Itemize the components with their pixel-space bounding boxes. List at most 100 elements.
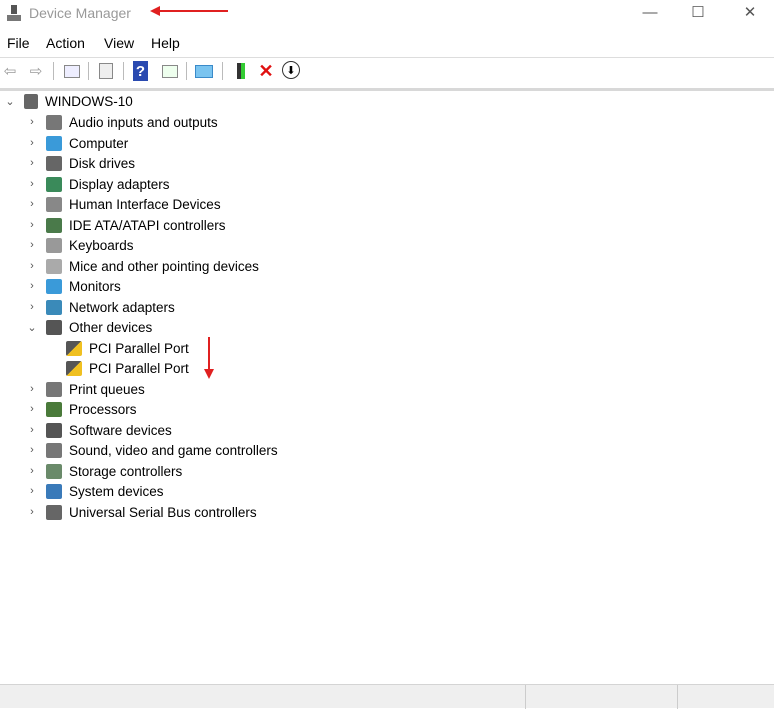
computer-icon <box>46 135 62 151</box>
tree-category[interactable]: ⌄ Other devices <box>26 317 152 337</box>
tree-category[interactable]: › Print queues <box>26 379 145 399</box>
category-label: IDE ATA/ATAPI controllers <box>69 217 226 233</box>
chevron-right-icon[interactable]: › <box>26 485 38 497</box>
uninstall-icon[interactable]: ✕ <box>256 61 276 81</box>
device-label: PCI Parallel Port <box>89 340 189 356</box>
category-label: Processors <box>69 401 137 417</box>
maximize-button[interactable]: ☐ <box>688 3 708 23</box>
category-label: Other devices <box>69 319 153 335</box>
tree-category[interactable]: › Monitors <box>26 276 121 296</box>
status-separator <box>525 685 526 709</box>
title-bar: Device Manager — ☐ ✕ <box>0 0 774 30</box>
root-label: WINDOWS-10 <box>45 93 133 109</box>
back-icon[interactable]: ⇦ <box>0 61 20 81</box>
tree-device[interactable]: PCI Parallel Port <box>66 358 189 378</box>
annotation-arrow <box>204 337 214 379</box>
help-icon[interactable]: ? <box>133 61 148 81</box>
category-label: System devices <box>69 483 164 499</box>
category-label: Display adapters <box>69 176 170 192</box>
tree-category[interactable]: › IDE ATA/ATAPI controllers <box>26 215 226 235</box>
chevron-right-icon[interactable]: › <box>26 506 38 518</box>
separator <box>222 62 223 80</box>
chevron-right-icon[interactable]: › <box>26 157 38 169</box>
mice-and-other-pointing-devices-icon <box>46 258 62 274</box>
universal-serial-bus-controllers-icon <box>46 504 62 520</box>
device-label: PCI Parallel Port <box>89 360 189 376</box>
category-label: Human Interface Devices <box>69 196 221 212</box>
category-label: Sound, video and game controllers <box>69 442 278 458</box>
tree-device[interactable]: PCI Parallel Port <box>66 338 189 358</box>
tree-category[interactable]: › Computer <box>26 133 128 153</box>
status-bar <box>0 684 774 709</box>
tree-root[interactable]: ⌄ WINDOWS-10 <box>4 91 133 111</box>
tree-category[interactable]: › Human Interface Devices <box>26 194 221 214</box>
software-devices-icon <box>46 422 62 438</box>
chevron-right-icon[interactable]: › <box>26 403 38 415</box>
chevron-right-icon[interactable]: › <box>26 239 38 251</box>
tree-category[interactable]: › System devices <box>26 481 164 501</box>
menu-action[interactable]: Action <box>46 35 85 51</box>
tree-category[interactable]: › Disk drives <box>26 153 135 173</box>
tree-category[interactable]: › Network adapters <box>26 297 175 317</box>
close-button[interactable]: ✕ <box>740 3 760 23</box>
sound-video-and-game-controllers-icon <box>46 442 62 458</box>
other-devices-icon <box>46 319 62 335</box>
menu-help[interactable]: Help <box>151 35 180 51</box>
human-interface-devices-icon <box>46 196 62 212</box>
chevron-right-icon[interactable]: › <box>26 301 38 313</box>
tree-category[interactable]: › Processors <box>26 399 137 419</box>
category-label: Audio inputs and outputs <box>69 114 218 130</box>
tree-category[interactable]: › Universal Serial Bus controllers <box>26 502 257 522</box>
category-label: Software devices <box>69 422 172 438</box>
menu-view[interactable]: View <box>104 35 134 51</box>
tree-category[interactable]: › Software devices <box>26 420 172 440</box>
warning-device-icon <box>66 360 82 376</box>
print-queues-icon <box>46 381 62 397</box>
chevron-right-icon[interactable]: › <box>26 178 38 190</box>
action-pane-icon[interactable] <box>160 61 180 81</box>
tree-category[interactable]: › Display adapters <box>26 174 170 194</box>
chevron-right-icon[interactable]: › <box>26 137 38 149</box>
category-label: Disk drives <box>69 155 136 171</box>
keyboards-icon <box>46 237 62 253</box>
update-driver-icon[interactable] <box>231 61 251 81</box>
disk-drives-icon <box>46 155 62 171</box>
category-label: Print queues <box>69 381 145 397</box>
tree-category[interactable]: › Keyboards <box>26 235 134 255</box>
chevron-right-icon[interactable]: › <box>26 280 38 292</box>
tree-category[interactable]: › Storage controllers <box>26 461 182 481</box>
chevron-right-icon[interactable]: › <box>26 424 38 436</box>
processors-icon <box>46 401 62 417</box>
chevron-right-icon[interactable]: › <box>26 116 38 128</box>
show-hide-console-tree-icon[interactable] <box>62 61 82 81</box>
forward-icon[interactable]: ⇨ <box>26 61 46 81</box>
chevron-right-icon[interactable]: › <box>26 444 38 456</box>
tree-category[interactable]: › Sound, video and game controllers <box>26 440 278 460</box>
category-label: Universal Serial Bus controllers <box>69 504 257 520</box>
minimize-button[interactable]: — <box>640 3 660 23</box>
menu-file[interactable]: File <box>7 35 30 51</box>
category-label: Computer <box>69 135 129 151</box>
storage-controllers-icon <box>46 463 62 479</box>
tree-category[interactable]: › Audio inputs and outputs <box>26 112 218 132</box>
separator <box>186 62 187 80</box>
separator <box>123 62 124 80</box>
scan-hardware-icon[interactable] <box>194 61 214 81</box>
properties-icon[interactable] <box>96 61 116 81</box>
chevron-right-icon[interactable]: › <box>26 260 38 272</box>
category-label: Mice and other pointing devices <box>69 258 259 274</box>
chevron-down-icon[interactable]: ⌄ <box>4 95 16 108</box>
chevron-right-icon[interactable]: › <box>26 465 38 477</box>
window-title: Device Manager <box>29 5 131 21</box>
chevron-right-icon[interactable]: › <box>26 219 38 231</box>
separator <box>88 62 89 80</box>
annotation-arrow <box>150 6 228 16</box>
tree-category[interactable]: › Mice and other pointing devices <box>26 256 259 276</box>
display-adapters-icon <box>46 176 62 192</box>
status-separator <box>677 685 678 709</box>
device-manager-icon <box>7 5 21 21</box>
chevron-down-icon[interactable]: ⌄ <box>26 321 38 334</box>
enable-device-icon[interactable]: ⬇ <box>282 61 300 79</box>
chevron-right-icon[interactable]: › <box>26 198 38 210</box>
chevron-right-icon[interactable]: › <box>26 383 38 395</box>
